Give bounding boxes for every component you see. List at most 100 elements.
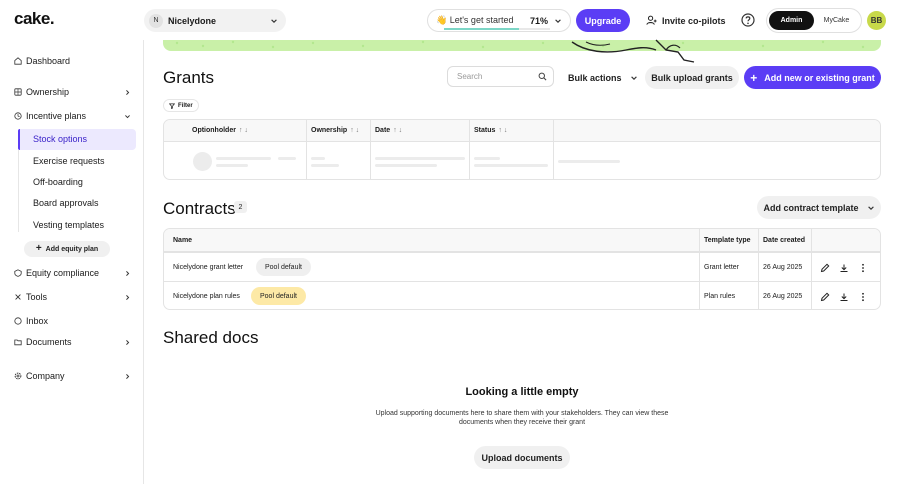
column-header-date[interactable]: Date ↑ ↓ [375, 120, 402, 141]
bulk-actions-label: Bulk actions [568, 72, 622, 83]
add-equity-plan-label: Add equity plan [45, 245, 99, 253]
search-field[interactable] [447, 66, 554, 87]
add-equity-plan-button[interactable]: + Add equity plan [24, 241, 110, 257]
chevron-down-icon [270, 17, 278, 25]
help-icon[interactable] [741, 13, 755, 27]
sidebar-item-tools[interactable]: Tools [14, 292, 132, 302]
sidebar-item-label: Tools [26, 292, 48, 302]
gear-icon [14, 372, 24, 380]
pie-chart-icon [14, 88, 24, 96]
download-icon[interactable] [838, 291, 850, 303]
column-header-date-created[interactable]: Date created [763, 229, 805, 251]
plus-icon: + [750, 70, 758, 85]
column-header-ownership[interactable]: Ownership ↑ ↓ [311, 120, 359, 141]
loading-skeleton [311, 157, 325, 160]
sidebar-subitem-vesting-templates[interactable]: Vesting templates [33, 220, 104, 230]
empty-state-title: Looking a little empty [465, 386, 579, 398]
invite-copilots-button[interactable]: Invite co-pilots [646, 9, 726, 32]
add-person-icon [646, 15, 662, 26]
status-badge: Pool default [256, 258, 311, 276]
chevron-down-icon [554, 17, 562, 25]
sidebar-item-label: Documents [26, 337, 72, 347]
loading-skeleton [216, 157, 271, 160]
sidebar-subitem-exercise-requests[interactable]: Exercise requests [33, 156, 105, 166]
loading-skeleton [375, 157, 465, 160]
table-row[interactable]: Nicelydone grant letter Pool default Gra… [164, 252, 880, 281]
column-header-template-type[interactable]: Template type [704, 229, 751, 251]
role-mycake[interactable]: MyCake [814, 11, 859, 30]
sidebar-item-company[interactable]: Company [14, 371, 132, 381]
column-header-status[interactable]: Status ↑ ↓ [474, 120, 507, 141]
sidebar-item-ownership[interactable]: Ownership [14, 87, 132, 97]
sidebar-item-label: Incentive plans [26, 111, 87, 121]
add-grant-button[interactable]: + Add new or existing grant [744, 66, 881, 89]
role-toggle[interactable]: Admin MyCake [766, 8, 862, 33]
promo-banner [163, 40, 881, 51]
invite-label: Invite co-pilots [662, 15, 726, 26]
role-admin[interactable]: Admin [769, 11, 814, 30]
upload-documents-button[interactable]: Upload documents [474, 446, 570, 469]
company-selector[interactable]: N Nicelydone [144, 9, 286, 32]
chevron-right-icon [124, 294, 132, 301]
search-input[interactable] [457, 72, 538, 81]
getting-started-progress [444, 28, 550, 30]
inbox-icon [14, 317, 24, 325]
sidebar-item-label: Inbox [26, 316, 49, 326]
getting-started-widget[interactable]: 👋 Let's get started 71% [427, 9, 571, 32]
sidebar-item-documents[interactable]: Documents [14, 337, 132, 347]
sidebar-item-label: Equity compliance [26, 268, 100, 278]
column-divider [370, 120, 371, 179]
add-contract-template-button[interactable]: Add contract template [757, 196, 881, 219]
filter-button[interactable]: Filter [163, 99, 199, 112]
bulk-upload-grants-button[interactable]: Bulk upload grants [645, 66, 739, 89]
add-grant-label: Add new or existing grant [764, 72, 875, 83]
sidebar-item-equity-compliance[interactable]: Equity compliance [14, 268, 132, 278]
grants-table: Optionholder ↑ ↓ Ownership ↑ ↓ Date ↑ ↓ Sta… [163, 119, 881, 180]
status-badge: Pool default [251, 287, 306, 305]
table-row[interactable]: Nicelydone plan rules Pool default Plan … [164, 281, 880, 309]
download-icon[interactable] [838, 262, 850, 274]
home-icon [14, 57, 24, 65]
chevron-right-icon [124, 373, 132, 380]
chevron-right-icon [124, 270, 132, 277]
loading-skeleton [278, 157, 296, 160]
more-icon[interactable] [857, 291, 869, 303]
more-icon[interactable] [857, 262, 869, 274]
avatar[interactable]: BB [867, 11, 886, 30]
chevron-down-icon [124, 113, 132, 120]
sidebar-item-label: Company [26, 371, 65, 381]
add-contract-template-label: Add contract template [763, 202, 859, 213]
edit-icon[interactable] [819, 262, 831, 274]
loading-skeleton [375, 164, 437, 167]
sidebar-item-dashboard[interactable]: Dashboard [14, 56, 132, 66]
logo[interactable]: cake. [14, 9, 55, 29]
upgrade-button[interactable]: Upgrade [576, 9, 630, 32]
loading-skeleton [216, 164, 248, 167]
filter-icon [169, 103, 178, 109]
column-header-optionholder[interactable]: Optionholder ↑ ↓ [192, 120, 248, 141]
loading-skeleton [474, 164, 548, 167]
contracts-table: Name Template type Date created Nicelydo… [163, 228, 881, 310]
loading-avatar-skeleton [193, 152, 212, 171]
grants-table-header: Optionholder ↑ ↓ Ownership ↑ ↓ Date ↑ ↓ Sta… [164, 120, 880, 142]
sidebar-item-inbox[interactable]: Inbox [14, 316, 132, 326]
empty-state-description: Upload supporting documents here to shar… [375, 410, 669, 426]
contract-name: Nicelydone plan rules [173, 293, 240, 300]
company-name: Nicelydone [168, 15, 217, 26]
loading-skeleton [474, 157, 500, 160]
date-created: 26 Aug 2025 [763, 263, 803, 271]
search-icon[interactable] [538, 72, 547, 81]
contracts-count-badge: 2 [234, 201, 247, 213]
sidebar-subitem-stock-options[interactable]: Stock options [33, 134, 87, 144]
column-header-name[interactable]: Name [173, 229, 192, 251]
date-created: 26 Aug 2025 [763, 293, 803, 300]
shield-icon [14, 269, 24, 277]
edit-icon[interactable] [819, 291, 831, 303]
sidebar-divider [143, 40, 144, 484]
plus-icon: + [35, 243, 42, 254]
sidebar-subitem-board-approvals[interactable]: Board approvals [33, 198, 99, 208]
sidebar-subitem-off-boarding[interactable]: Off-boarding [33, 177, 83, 187]
contracts-title: Contracts [163, 199, 236, 218]
bulk-actions-button[interactable]: Bulk actions [568, 66, 638, 89]
sidebar-item-incentive-plans[interactable]: Incentive plans [14, 111, 132, 121]
